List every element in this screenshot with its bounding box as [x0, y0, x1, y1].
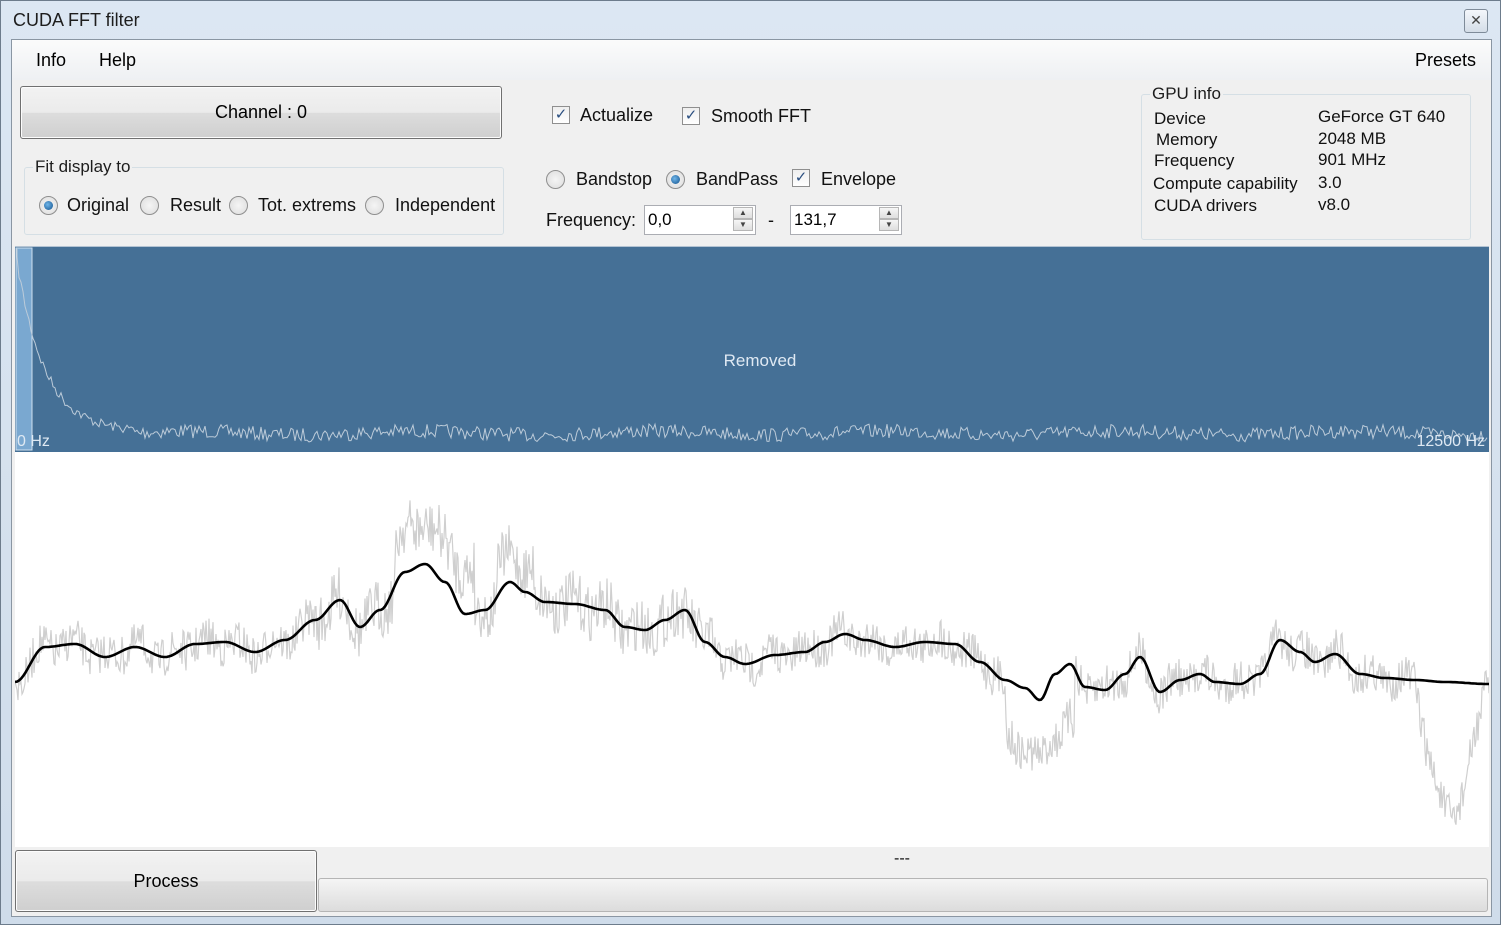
spin-up-icon[interactable]: ▲ [879, 207, 899, 219]
gpu-memory-key: Memory [1156, 130, 1218, 149]
envelope-checkbox[interactable]: ✓ [792, 169, 810, 187]
gpu-drivers-key: CUDA drivers [1154, 196, 1257, 215]
gpu-info-legend: GPU info [1150, 84, 1223, 104]
frequency-to-value: 131,7 [794, 210, 837, 229]
window-title: CUDA FFT filter [13, 10, 140, 30]
title-bar[interactable]: CUDA FFT filter ✕ [1, 1, 1500, 39]
close-button[interactable]: ✕ [1464, 9, 1488, 33]
actualize-checkbox[interactable]: ✓ [552, 106, 570, 124]
spin-down-icon[interactable]: ▼ [879, 219, 899, 231]
gpu-frequency-value: 901 MHz [1318, 150, 1387, 169]
radio-result[interactable] [140, 196, 159, 215]
actualize-label: Actualize [580, 105, 654, 125]
menu-bar: Info Help Presets [12, 40, 1491, 80]
close-icon: ✕ [1470, 12, 1482, 28]
radio-independent-label: Independent [395, 195, 496, 215]
frequency-to-spinner[interactable]: 131,7 ▲ ▼ [790, 205, 902, 235]
menu-info[interactable]: Info [36, 50, 66, 71]
bandstop-label: Bandstop [576, 169, 653, 189]
gpu-info-group: GPU info Device GeForce GT 640 Memory 20… [1141, 84, 1471, 240]
gpu-device-value: GeForce GT 640 [1318, 107, 1446, 126]
spin-up-icon[interactable]: ▲ [733, 207, 753, 219]
status-text: --- [894, 850, 910, 867]
gpu-device-key: Device [1154, 109, 1206, 128]
filtered-signal-line [14, 562, 1489, 702]
fit-display-legend: Fit display to [33, 157, 133, 177]
menu-presets[interactable]: Presets [1415, 50, 1476, 71]
gpu-compute-value: 3.0 [1318, 173, 1342, 192]
fft-spectrum-panel[interactable]: Removed 0 Hz 12500 Hz [15, 246, 1489, 452]
app-window: CUDA FFT filter ✕ Info Help Presets Chan… [0, 0, 1501, 925]
radio-tot-extrems[interactable] [229, 196, 248, 215]
bandpass-label: BandPass [696, 169, 779, 189]
waveform-panel[interactable] [14, 452, 1490, 847]
radio-independent[interactable] [365, 196, 384, 215]
spectrum-line [16, 249, 1488, 443]
spin-down-icon[interactable]: ▼ [733, 219, 753, 231]
spectrum-max-label: 12500 Hz [1416, 433, 1486, 450]
radio-bandstop[interactable] [546, 170, 565, 189]
waveform-plot [14, 500, 1490, 825]
radio-original-label: Original [67, 195, 130, 215]
gpu-memory-value: 2048 MB [1318, 129, 1387, 148]
gpu-compute-key: Compute capability [1153, 174, 1298, 193]
frequency-separator: - [768, 210, 774, 230]
radio-bandpass[interactable] [666, 170, 685, 189]
passband-region [15, 247, 33, 451]
menu-help[interactable]: Help [99, 50, 136, 71]
radio-result-label: Result [170, 195, 222, 215]
fit-display-group: Fit display to Original Result Tot. extr… [24, 157, 504, 235]
smooth-fft-label: Smooth FFT [711, 106, 812, 126]
envelope-label: Envelope [821, 169, 897, 189]
radio-original[interactable] [39, 196, 58, 215]
smooth-fft-checkbox[interactable]: ✓ [682, 107, 700, 125]
process-button[interactable]: Process [15, 850, 317, 912]
gpu-frequency-key: Frequency [1154, 151, 1235, 170]
channel-button[interactable]: Channel : 0 [20, 86, 502, 139]
frequency-from-spinner[interactable]: 0,0 ▲ ▼ [644, 205, 756, 235]
progress-bar [318, 878, 1488, 912]
client-area: Info Help Presets Channel : 0 Fit displa… [11, 39, 1492, 917]
gpu-drivers-value: v8.0 [1318, 195, 1351, 214]
spectrum-min-label: 0 Hz [17, 433, 50, 450]
fft-spectrum-plot [15, 247, 1488, 451]
removed-label: Removed [723, 351, 797, 370]
radio-tot-extrems-label: Tot. extrems [258, 195, 357, 215]
frequency-label: Frequency: [546, 210, 637, 230]
frequency-from-value: 0,0 [648, 210, 672, 229]
